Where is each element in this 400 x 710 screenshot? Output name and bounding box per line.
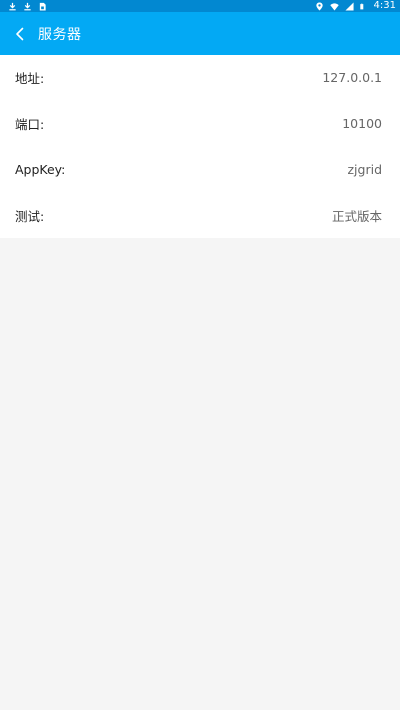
location-icon [315, 1, 323, 11]
settings-row-port[interactable]: 端口: 10100 [0, 101, 400, 147]
row-value: 正式版本 [331, 208, 382, 224]
row-value: 127.0.0.1 [322, 70, 382, 86]
clock: 4:31 [373, 0, 396, 11]
row-value: 10100 [342, 116, 382, 132]
download-icon [9, 2, 16, 10]
back-button[interactable] [2, 12, 38, 55]
battery-icon [359, 3, 363, 9]
row-label: 测试: [15, 208, 45, 224]
settings-row-address[interactable]: 地址: 127.0.0.1 [0, 55, 400, 101]
row-label: 端口: [15, 117, 45, 133]
row-label: 地址: [15, 71, 45, 87]
settings-row-test[interactable]: 测试: 正式版本 [0, 192, 400, 238]
download-icon [24, 2, 31, 10]
signal-icon [344, 1, 354, 11]
page-title: 服务器 [38, 26, 82, 43]
settings-list: 地址: 127.0.0.1 端口: 10100 AppKey: zjgrid 测… [0, 55, 400, 238]
system-icons: 4:31 [315, 0, 396, 12]
notification-icons [8, 0, 47, 12]
settings-row-appkey[interactable]: AppKey: zjgrid [0, 147, 400, 193]
wifi-icon [329, 2, 339, 11]
row-value: zjgrid [347, 161, 382, 177]
sim-icon [39, 2, 46, 11]
row-label: AppKey: [15, 161, 66, 177]
app-bar: 服务器 [0, 12, 400, 55]
chevron-left-icon [16, 27, 24, 40]
status-bar: 4:31 [0, 0, 400, 12]
